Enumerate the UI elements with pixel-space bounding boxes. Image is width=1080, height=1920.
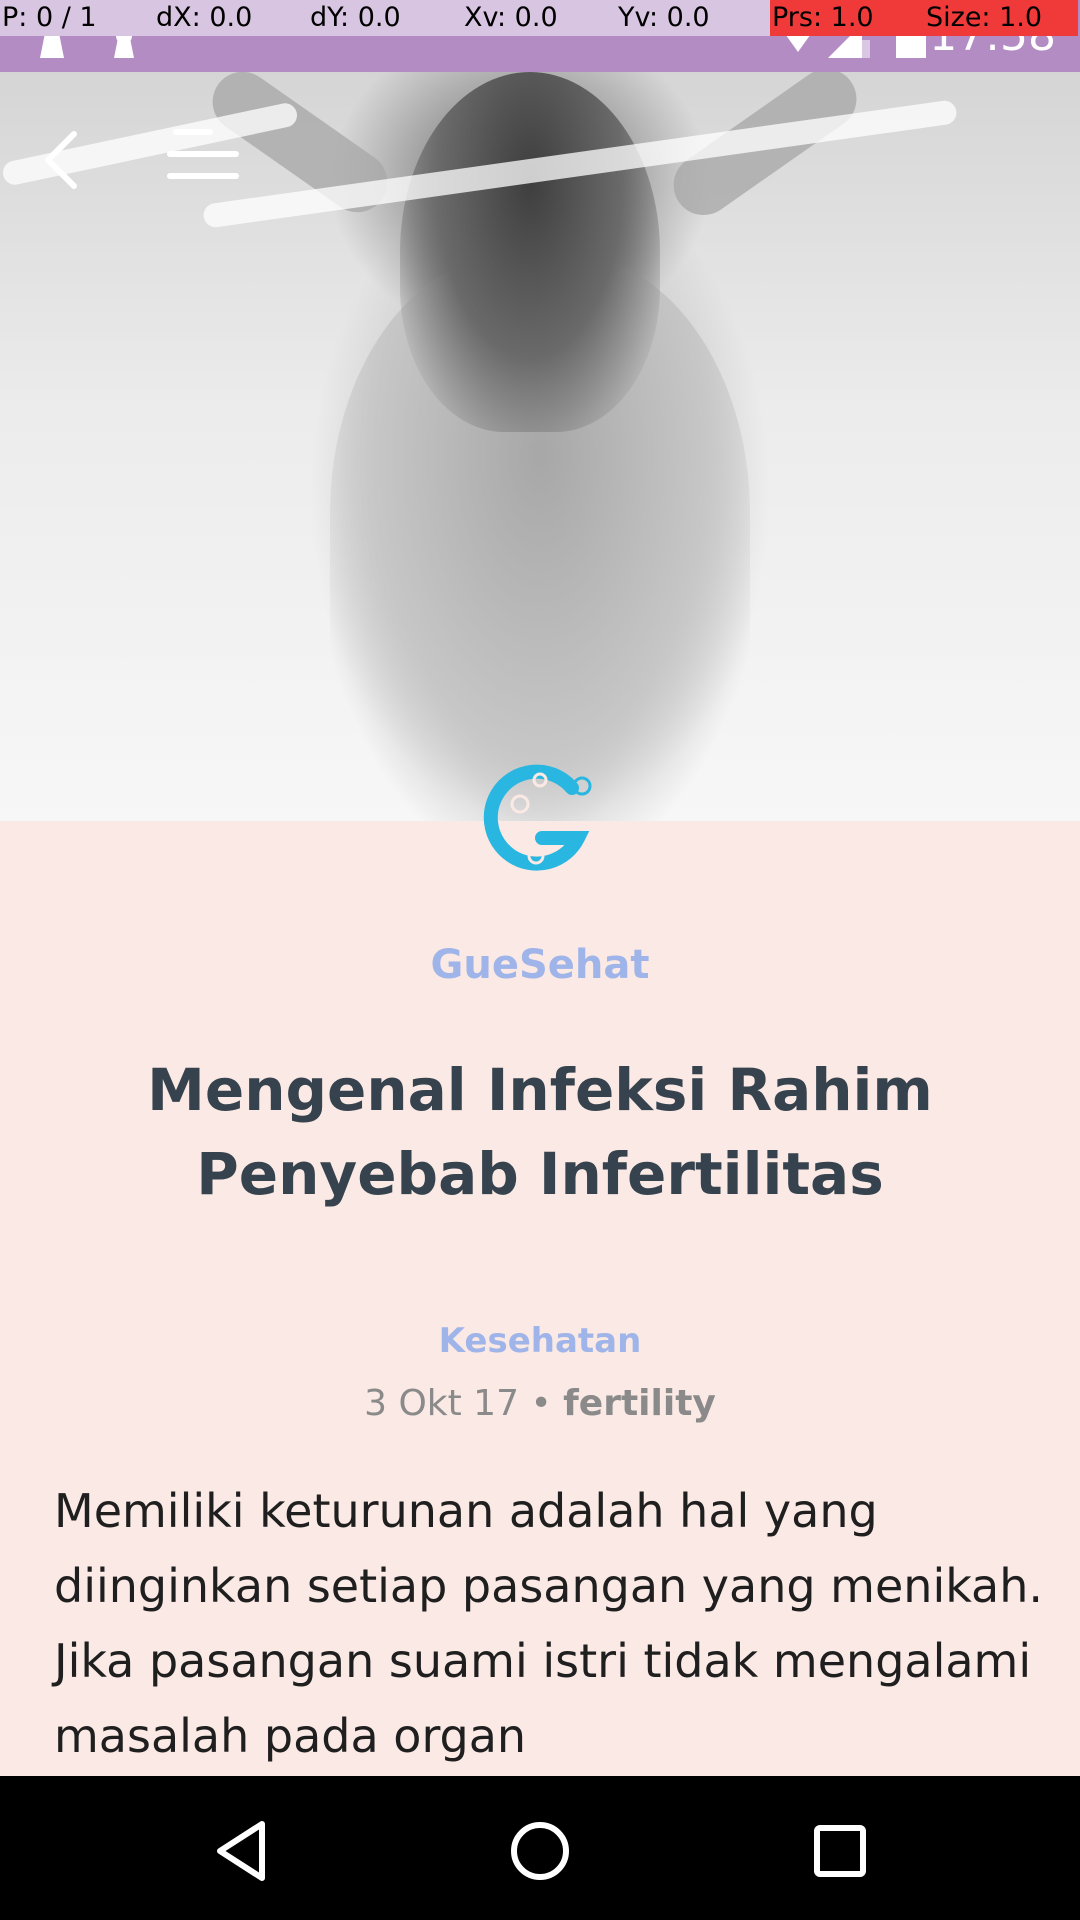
back-arrow-icon[interactable]	[30, 120, 110, 200]
pointer-cell: Xv: 0.0	[462, 0, 616, 36]
pointer-cell-size: Size: 1.0	[924, 0, 1078, 36]
navigation-bar	[0, 1776, 1080, 1920]
article-title: Mengenal Infeksi Rahim Penyebab Infertil…	[147, 1056, 933, 1208]
pointer-location-overlay: P: 0 / 1 dX: 0.0 dY: 0.0 Xv: 0.0 Yv: 0.0…	[0, 0, 1080, 36]
article-tag[interactable]: fertility	[563, 1383, 716, 1424]
pointer-cell-pressure: Prs: 1.0	[770, 0, 924, 36]
pointer-cell: P: 0 / 1	[0, 0, 154, 36]
article-date: 3 Okt 17	[364, 1383, 519, 1424]
pointer-cell: dX: 0.0	[154, 0, 308, 36]
article-category[interactable]: Kesehatan	[0, 1321, 1080, 1361]
pointer-cell: Yv: 0.0	[616, 0, 770, 36]
nav-back-icon[interactable]	[206, 1816, 276, 1886]
meta-separator: •	[530, 1383, 552, 1424]
article-meta: 3 Okt 17 • fertility	[0, 1383, 1080, 1424]
article-body: Memiliki keturunan adalah hal yang diing…	[54, 1484, 1044, 1763]
guesehat-logo-icon	[483, 764, 592, 871]
hero-hair	[400, 72, 660, 432]
nav-recents-icon[interactable]	[805, 1816, 875, 1886]
pointer-cell: dY: 0.0	[308, 0, 462, 36]
hamburger-menu-icon[interactable]	[160, 120, 240, 200]
brand-name: GueSehat	[430, 942, 650, 988]
nav-home-icon[interactable]	[505, 1816, 575, 1886]
